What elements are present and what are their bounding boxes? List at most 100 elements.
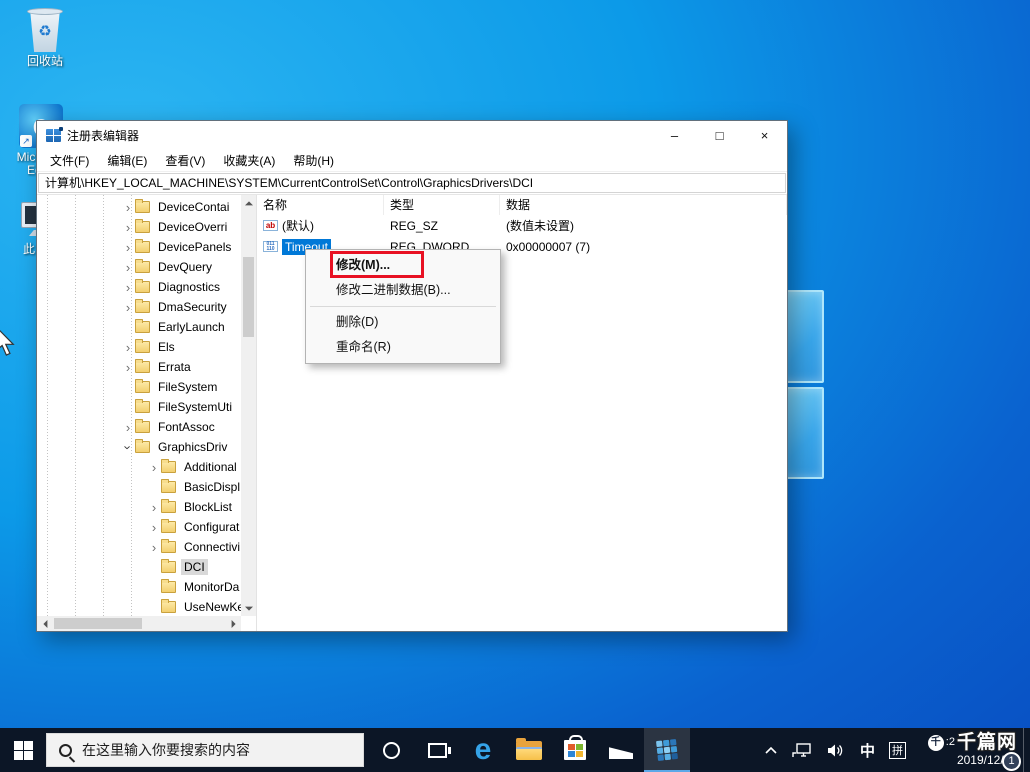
expander-icon[interactable]: › (121, 360, 135, 375)
notification-badge[interactable]: 1 (1002, 752, 1021, 771)
tree-item-EarlyLaunch[interactable]: EarlyLaunch (37, 317, 241, 337)
expander-icon[interactable]: › (147, 540, 161, 555)
mouse-cursor (0, 326, 16, 356)
folder-icon (135, 341, 150, 353)
volume-icon[interactable] (819, 743, 853, 758)
taskbar-app-task-view[interactable] (414, 728, 460, 772)
menu-item-rename[interactable]: 重命名(R) (308, 335, 498, 360)
tree-item-FileSystemUti[interactable]: FileSystemUti (37, 397, 241, 417)
file-explorer-icon (516, 741, 542, 760)
search-input[interactable]: 在这里输入你要搜索的内容 (46, 733, 364, 767)
tree-item-FileSystem[interactable]: FileSystem (37, 377, 241, 397)
tree-item-label: GraphicsDriv (155, 439, 230, 455)
ime-language-indicator[interactable]: 中 (853, 740, 882, 761)
menu-item-modify-binary[interactable]: 修改二进制数据(B)... (308, 278, 498, 303)
expander-icon[interactable]: › (121, 260, 135, 275)
expander-icon[interactable]: › (121, 220, 135, 235)
tree-item-label: MonitorDa (181, 579, 241, 595)
tree-item-DevQuery[interactable]: ›DevQuery (37, 257, 241, 277)
expander-icon[interactable]: › (147, 520, 161, 535)
value-name: (默认) (282, 217, 314, 234)
tree-item-BasicDispl[interactable]: BasicDispl (37, 477, 241, 497)
address-bar[interactable]: 计算机\HKEY_LOCAL_MACHINE\SYSTEM\CurrentCon… (38, 173, 786, 193)
tree-vertical-scrollbar[interactable] (241, 195, 256, 616)
tree-item-Errata[interactable]: ›Errata (37, 357, 241, 377)
scroll-right-icon[interactable] (226, 616, 241, 631)
tree-item-label: Configurat (181, 519, 241, 535)
tray-chevron-up-icon[interactable] (757, 745, 785, 755)
tree-item-DevicePanels[interactable]: › DevicePanels (37, 237, 241, 257)
tree-item-Connectivi[interactable]: ›Connectivi (37, 537, 241, 557)
list-header: 名称类型数据 (257, 195, 787, 215)
menu-item[interactable]: 文件(F) (41, 152, 98, 169)
scroll-down-icon[interactable] (241, 601, 256, 616)
menu-item[interactable]: 帮助(H) (284, 152, 343, 169)
expander-icon[interactable]: › (147, 460, 161, 475)
title-bar[interactable]: 注册表编辑器 – □ × (37, 121, 787, 149)
taskbar-app-cortana[interactable] (368, 728, 414, 772)
registry-value-row[interactable]: ab(默认)REG_SZ(数值未设置) (257, 215, 787, 236)
column-header[interactable]: 类型 (384, 195, 500, 215)
taskbar-app-mail[interactable] (598, 728, 644, 772)
taskbar-app-regedit[interactable] (644, 728, 690, 772)
recycle-bin-icon: ♻ (27, 6, 63, 52)
tree-item-Els[interactable]: ›Els (37, 337, 241, 357)
expander-icon[interactable]: › (121, 300, 135, 315)
expander-icon[interactable]: › (121, 240, 135, 255)
tree-item-BlockList[interactable]: ›BlockList (37, 497, 241, 517)
tree-item-DCI[interactable]: DCI (37, 557, 241, 577)
folder-icon (161, 501, 176, 513)
taskbar-app-store[interactable] (552, 728, 598, 772)
network-icon[interactable] (785, 743, 819, 758)
close-button[interactable]: × (742, 121, 787, 149)
shortcut-arrow-icon: ↗ (20, 135, 32, 147)
menu-item[interactable]: 收藏夹(A) (214, 152, 284, 169)
folder-icon (135, 241, 150, 253)
ime-mode-icon[interactable]: 拼 (882, 742, 913, 759)
minimize-button[interactable]: – (652, 121, 697, 149)
menu-item[interactable]: 编辑(E) (98, 152, 156, 169)
regedit-icon (656, 739, 678, 761)
tree-item-UseNewKe[interactable]: UseNewKe (37, 597, 241, 616)
folder-icon (161, 561, 176, 573)
tree-item-DmaSecurity[interactable]: ›DmaSecurity (37, 297, 241, 317)
taskbar-app-file-explorer[interactable] (506, 728, 552, 772)
tree-item-Additional[interactable]: ›Additional (37, 457, 241, 477)
expander-icon[interactable]: › (121, 280, 135, 295)
folder-icon (135, 301, 150, 313)
tree-item-label: DevicePanels (155, 239, 234, 255)
tree-item-MonitorDa[interactable]: MonitorDa (37, 577, 241, 597)
tree-item-Configurat[interactable]: › Configurat (37, 517, 241, 537)
maximize-button[interactable]: □ (697, 121, 742, 149)
tree-item-GraphicsDriv[interactable]: › GraphicsDriv (37, 437, 241, 457)
folder-icon (161, 521, 176, 533)
show-desktop-button[interactable] (1023, 728, 1030, 772)
column-header[interactable]: 数据 (500, 195, 787, 215)
scroll-up-icon[interactable] (241, 195, 256, 210)
menu-item[interactable]: 查看(V) (156, 152, 214, 169)
tree-item-Diagnostics[interactable]: ›Diagnostics (37, 277, 241, 297)
taskbar-app-edge[interactable]: e (460, 728, 506, 772)
scrollbar-thumb[interactable] (54, 618, 142, 629)
expander-icon[interactable]: › (147, 500, 161, 515)
tree-item-label: DCI (181, 559, 208, 575)
menu-item-delete[interactable]: 删除(D) (308, 310, 498, 335)
reg-sz-icon: ab (263, 220, 278, 231)
column-header[interactable]: 名称 (257, 195, 384, 215)
folder-icon (135, 421, 150, 433)
expander-icon[interactable]: › (121, 420, 135, 435)
tree-item-DeviceContai[interactable]: ›DeviceContai (37, 197, 241, 217)
scrollbar-thumb[interactable] (243, 257, 254, 337)
clock[interactable]: 千 :2 千篇网 2019/12/20 1 (915, 733, 1017, 768)
expander-icon[interactable]: › (121, 340, 135, 355)
start-button[interactable] (0, 728, 46, 772)
folder-icon (135, 401, 150, 413)
expander-icon[interactable]: › (121, 440, 136, 454)
desktop-icon-recycle-bin[interactable]: ♻ 回收站 (14, 6, 76, 68)
tree-item-DeviceOverri[interactable]: ›DeviceOverri (37, 217, 241, 237)
tree-horizontal-scrollbar[interactable] (37, 616, 241, 631)
scroll-left-icon[interactable] (37, 616, 52, 631)
tree-item-FontAssoc[interactable]: ›FontAssoc (37, 417, 241, 437)
tree-item-label: FileSystemUti (155, 399, 235, 415)
expander-icon[interactable]: › (121, 200, 135, 215)
